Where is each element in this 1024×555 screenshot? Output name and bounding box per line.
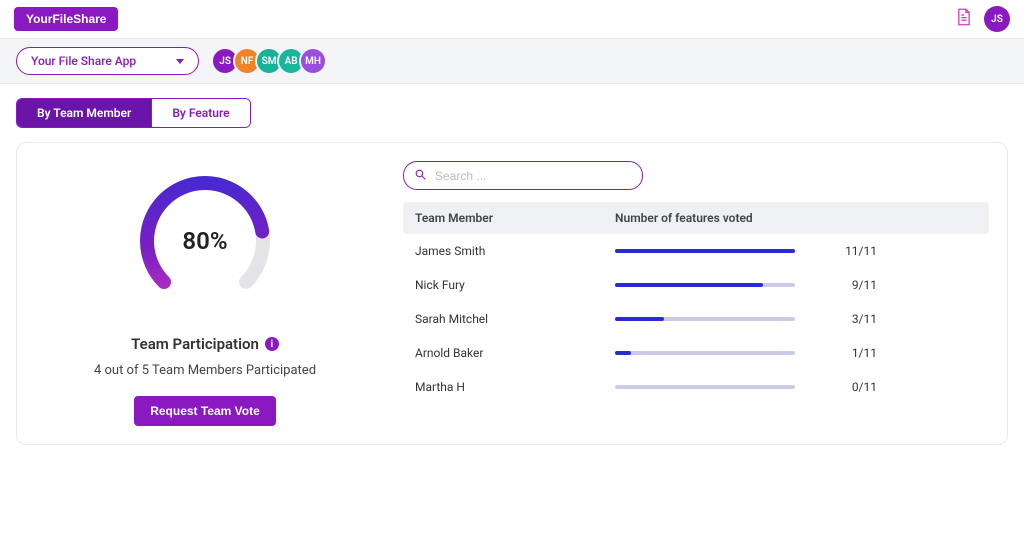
participation-title-row: Team Participation i — [131, 335, 279, 353]
vote-bar — [615, 249, 837, 253]
tabs: By Team Member By Feature — [16, 98, 251, 128]
info-icon[interactable]: i — [265, 337, 279, 351]
member-name: Sarah Mitchel — [415, 312, 615, 326]
chevron-down-icon — [176, 59, 184, 64]
tab-by-team-member[interactable]: By Team Member — [17, 99, 151, 127]
members-table-area: Team Member Number of features voted Jam… — [403, 161, 989, 426]
participation-card: 80% Team Participation i 4 out of 5 Team… — [35, 161, 375, 426]
member-name: Martha H — [415, 380, 615, 394]
table-row: Sarah Mitchel 3/11 — [403, 302, 989, 336]
vote-bar — [615, 317, 837, 321]
topbar-right: JS — [956, 6, 1010, 32]
file-icon[interactable] — [956, 8, 972, 30]
vote-count: 3/11 — [837, 312, 977, 326]
project-avatar[interactable]: MH — [299, 47, 327, 75]
subbar: Your File Share App JSNFSMABMH — [0, 39, 1024, 84]
vote-count: 11/11 — [837, 244, 977, 258]
col-header-name: Team Member — [415, 211, 615, 225]
table-body: James Smith 11/11 Nick Fury 9/11 Sarah Mitch… — [403, 234, 989, 404]
participation-gauge: 80% — [125, 161, 285, 321]
vote-count: 1/11 — [837, 346, 977, 360]
request-team-vote-button[interactable]: Request Team Vote — [134, 396, 276, 426]
project-avatars: JSNFSMABMH — [211, 47, 327, 75]
participation-subtitle: 4 out of 5 Team Members Participated — [94, 363, 316, 378]
vote-count: 9/11 — [837, 278, 977, 292]
app-selector[interactable]: Your File Share App — [16, 47, 199, 75]
search-icon — [414, 166, 427, 185]
main-panel: 80% Team Participation i 4 out of 5 Team… — [16, 142, 1008, 445]
vote-count: 0/11 — [837, 380, 977, 394]
brand-button[interactable]: YourFileShare — [14, 7, 118, 31]
vote-bar — [615, 385, 837, 389]
vote-bar — [615, 351, 837, 355]
topbar: YourFileShare JS — [0, 0, 1024, 39]
table-row: Martha H 0/11 — [403, 370, 989, 404]
table-row: Nick Fury 9/11 — [403, 268, 989, 302]
gauge-percent: 80% — [182, 227, 227, 255]
user-avatar[interactable]: JS — [984, 6, 1010, 32]
search-input[interactable] — [435, 169, 632, 183]
table-header: Team Member Number of features voted — [403, 202, 989, 234]
participation-title: Team Participation — [131, 335, 259, 353]
member-name: Arnold Baker — [415, 346, 615, 360]
member-name: Nick Fury — [415, 278, 615, 292]
table-row: Arnold Baker 1/11 — [403, 336, 989, 370]
member-name: James Smith — [415, 244, 615, 258]
app-selector-label: Your File Share App — [31, 54, 136, 68]
search-box[interactable] — [403, 161, 643, 190]
table-row: James Smith 11/11 — [403, 234, 989, 268]
content: By Team Member By Feature 80% — [0, 84, 1024, 459]
tab-by-feature[interactable]: By Feature — [151, 99, 249, 127]
col-header-votes: Number of features voted — [615, 211, 837, 225]
vote-bar — [615, 283, 837, 287]
